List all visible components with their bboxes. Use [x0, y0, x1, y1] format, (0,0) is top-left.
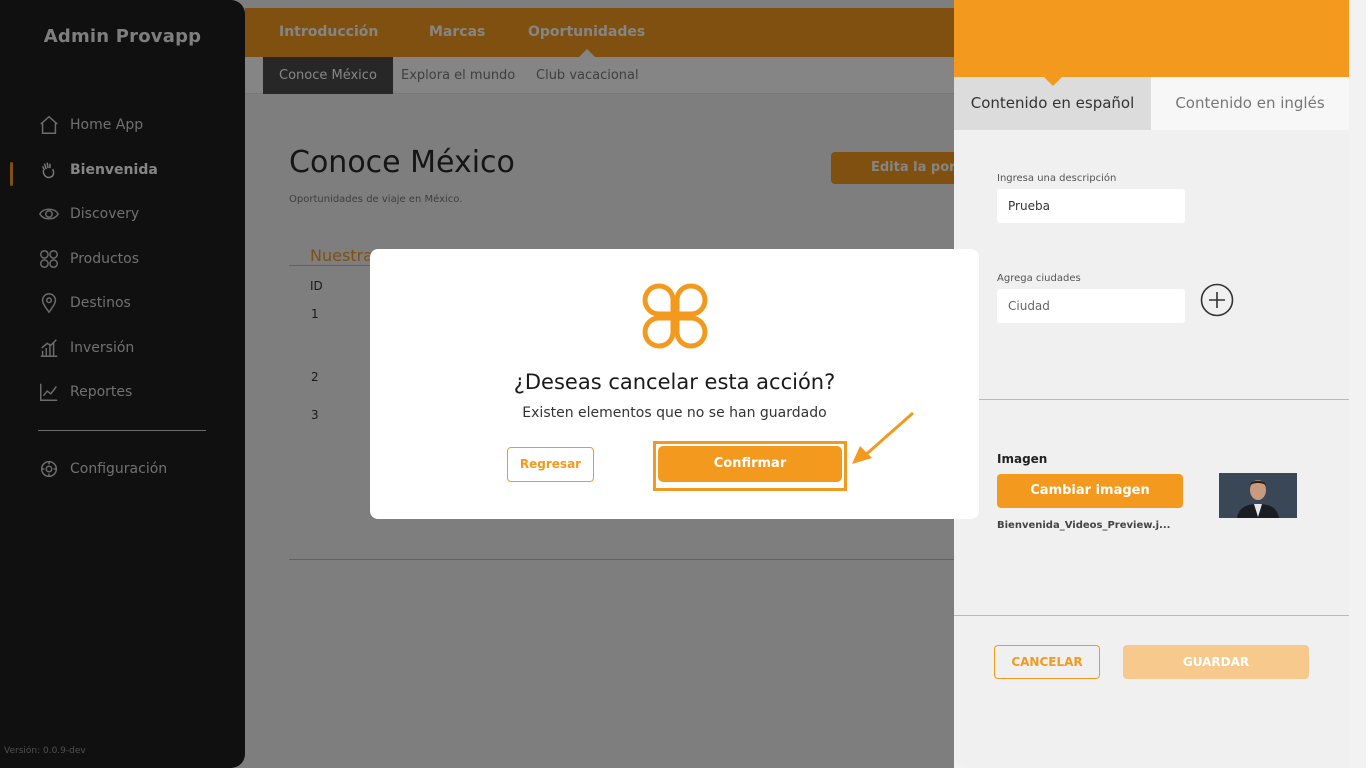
image-filename: Bienvenida_Videos_Preview.j... [997, 520, 1171, 531]
pointer-arrow-icon [852, 411, 914, 464]
dialog-title: ¿Deseas cancelar esta acción? [513, 370, 836, 394]
edit-panel: Contenido en español Contenido en inglés… [954, 0, 1349, 768]
confirm-button[interactable]: Confirmar [658, 446, 842, 482]
cities-label: Agrega ciudades [997, 273, 1081, 284]
panel-header [954, 0, 1349, 77]
save-button[interactable]: GUARDAR [1123, 645, 1309, 679]
image-label: Imagen [997, 452, 1048, 466]
add-city-icon[interactable] [1200, 283, 1234, 317]
description-input[interactable]: Prueba [997, 189, 1185, 223]
back-button[interactable]: Regresar [507, 447, 594, 482]
active-tab-caret [1044, 77, 1062, 86]
change-image-button[interactable]: Cambiar imagen [997, 474, 1183, 508]
tab-contenido-ingles[interactable]: Contenido en inglés [1151, 77, 1349, 130]
person-photo-icon [1219, 473, 1297, 518]
confirm-dialog: ¿Deseas cancelar esta acción? Existen el… [370, 249, 979, 519]
panel-divider [954, 399, 1349, 400]
panel-divider [954, 615, 1349, 616]
cancel-button[interactable]: CANCELAR [994, 645, 1100, 679]
description-label: Ingresa una descripción [997, 173, 1117, 184]
city-input[interactable]: Ciudad [997, 289, 1185, 323]
clover-logo-icon [642, 283, 708, 349]
image-thumbnail [1219, 473, 1297, 518]
